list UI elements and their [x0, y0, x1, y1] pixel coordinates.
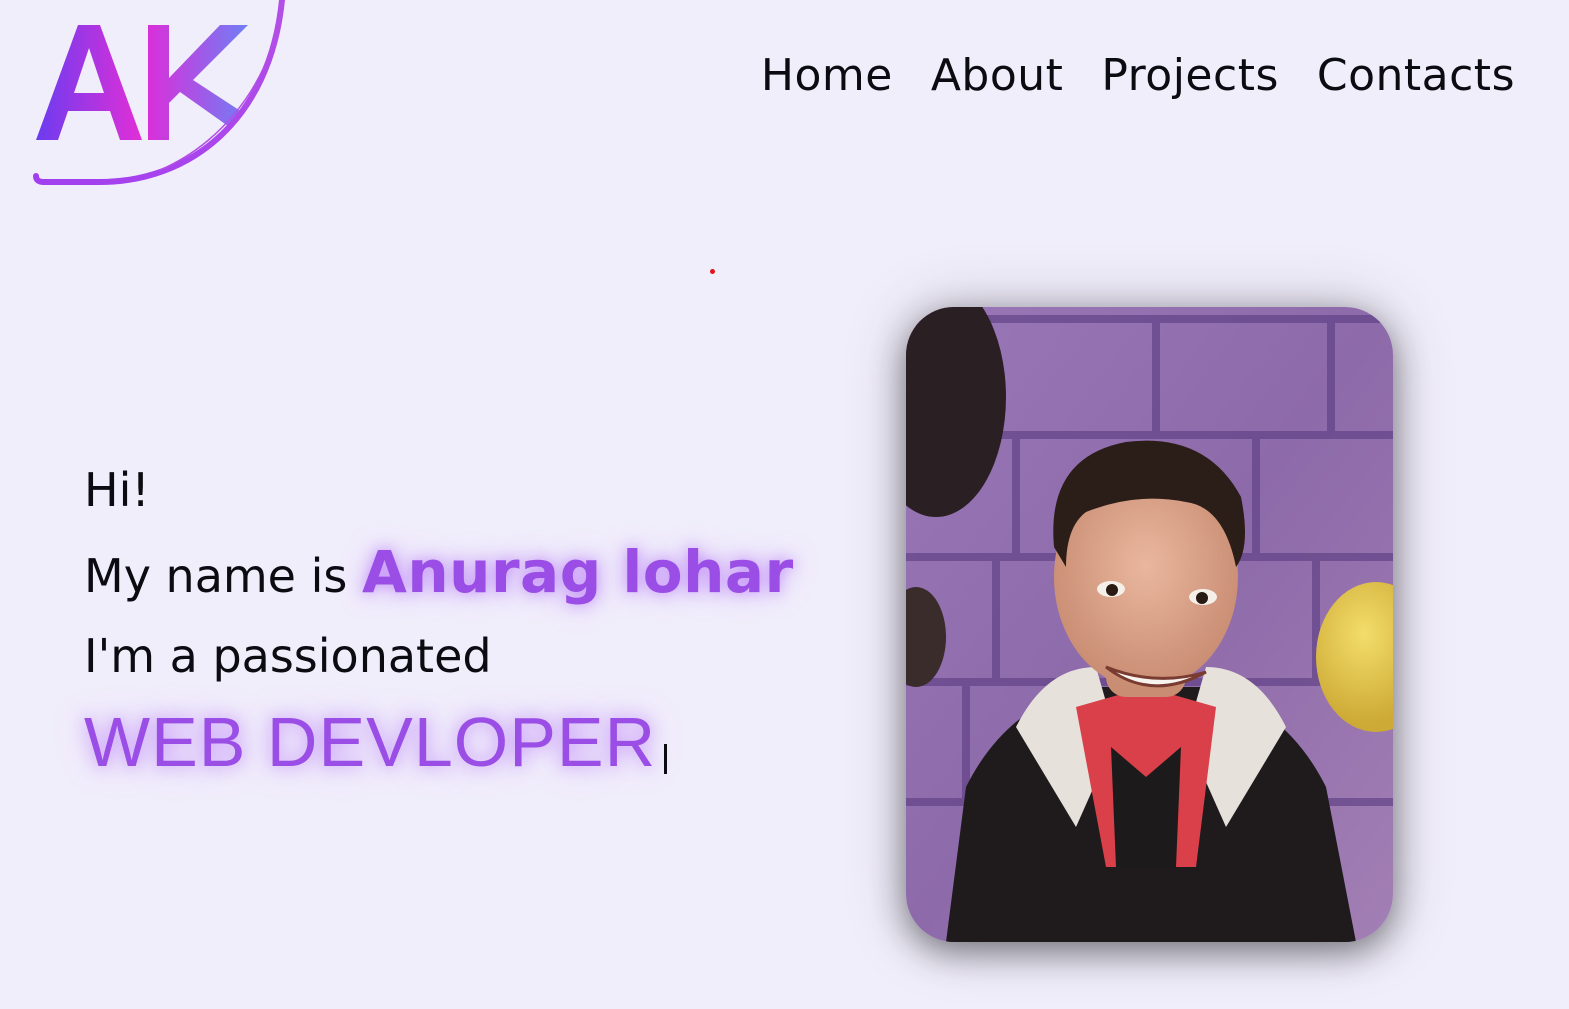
ak-logo-icon: [33, 0, 285, 185]
profile-photo: [906, 307, 1393, 942]
logo[interactable]: [30, 0, 290, 190]
role-title: WEB DEVLOPER: [84, 703, 657, 781]
typing-cursor: [664, 744, 668, 774]
name-prefix: My name is: [84, 549, 362, 603]
nav-about[interactable]: About: [931, 48, 1064, 104]
nav-home[interactable]: Home: [761, 48, 893, 104]
portfolio-page: Home About Projects Contacts Hi! My name…: [0, 0, 1569, 1009]
greeting: Hi!: [84, 463, 150, 517]
profile-photo-icon: [906, 307, 1393, 942]
tagline: I'm a passionated: [84, 629, 492, 683]
nav-projects[interactable]: Projects: [1101, 48, 1278, 104]
main-nav: Home About Projects Contacts: [761, 48, 1515, 104]
name-line: My name is Anurag lohar: [84, 543, 844, 604]
name-highlight: Anurag lohar: [361, 538, 794, 606]
nav-contacts[interactable]: Contacts: [1317, 48, 1515, 104]
role-line: WEB DEVLOPER: [84, 702, 844, 782]
red-dot: [710, 269, 715, 274]
hero-intro: Hi! My name is Anurag lohar I'm a passio…: [84, 462, 844, 782]
